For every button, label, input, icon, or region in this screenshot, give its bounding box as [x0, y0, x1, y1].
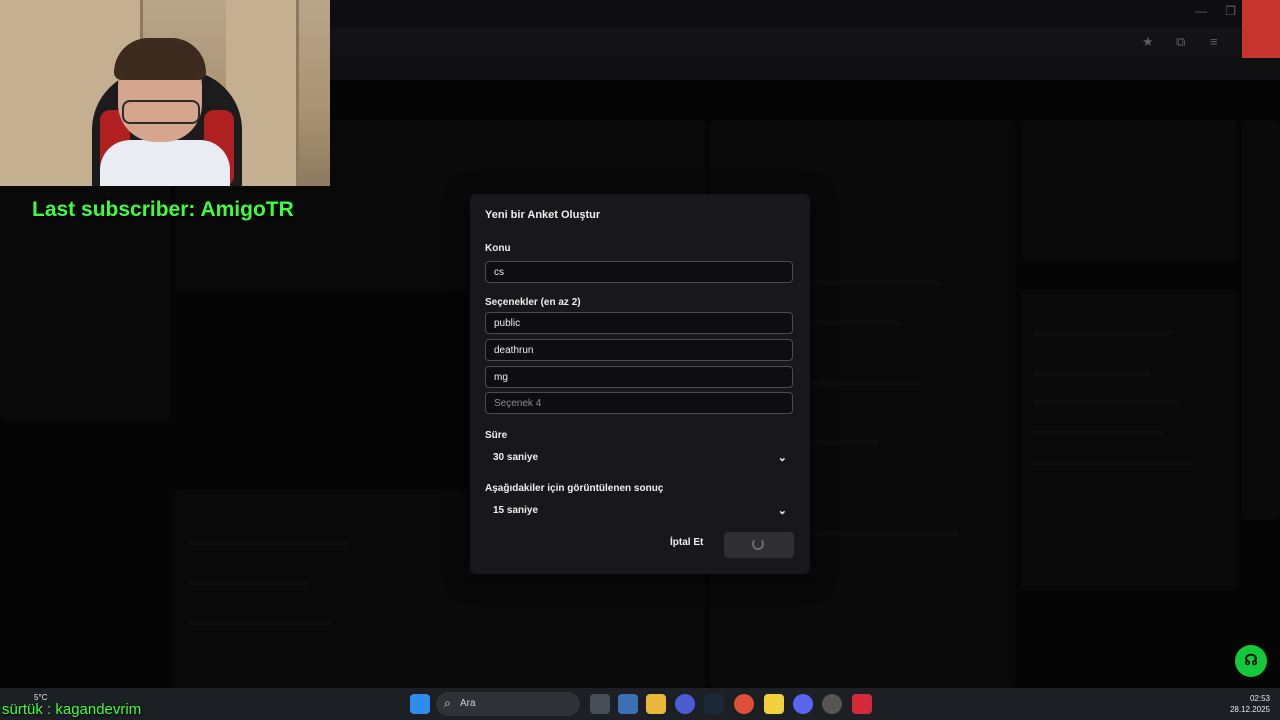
- topic-input[interactable]: [485, 261, 793, 283]
- create-poll-modal: Yeni bir Anket Oluştur Konu Seçenekler (…: [470, 194, 810, 574]
- start-icon[interactable]: [410, 694, 430, 714]
- option-input-3[interactable]: [485, 366, 793, 388]
- help-chat-button[interactable]: ☊: [1235, 645, 1267, 677]
- options-label: Seçenekler (en az 2): [485, 297, 581, 308]
- result-display-select[interactable]: 15 saniye ⌄: [485, 500, 793, 522]
- calculator-icon[interactable]: [618, 694, 638, 714]
- streamer-shirt: [100, 140, 230, 186]
- chat-ticker: sürtük : kagandevrim: [2, 701, 142, 718]
- webcam-overlay: [0, 0, 330, 186]
- discord-icon[interactable]: [793, 694, 813, 714]
- obs-icon[interactable]: [822, 694, 842, 714]
- cancel-button[interactable]: İptal Et: [670, 537, 703, 548]
- sticky-notes-icon[interactable]: [764, 694, 784, 714]
- result-display-value: 15 saniye: [493, 505, 539, 516]
- clock-time: 02:53: [1249, 694, 1270, 703]
- headset-icon: ☊: [1244, 652, 1258, 669]
- duration-value: 30 saniye: [493, 452, 539, 463]
- loading-spinner-icon: [752, 538, 764, 550]
- search-icon: ⌕: [444, 696, 451, 710]
- taskbar-search[interactable]: ⌕ Ara: [436, 692, 580, 716]
- option-input-1[interactable]: [485, 312, 793, 334]
- chrome-icon[interactable]: [734, 694, 754, 714]
- result-display-label: Aşağıdakiler için görüntülenen sonuç: [485, 483, 664, 494]
- system-clock[interactable]: 02:53 28.12.2025: [1230, 693, 1270, 715]
- valorant-icon[interactable]: [852, 694, 872, 714]
- duration-select[interactable]: 30 saniye ⌄: [485, 447, 793, 469]
- steam-icon[interactable]: [704, 694, 724, 714]
- topic-label: Konu: [485, 243, 511, 254]
- cabinet-door: [0, 0, 73, 186]
- option-input-4[interactable]: [485, 392, 793, 414]
- duration-label: Süre: [485, 430, 508, 441]
- secondary-cam-thumb: [1242, 0, 1280, 58]
- chevron-down-icon: ⌄: [777, 452, 787, 464]
- option-input-2[interactable]: [485, 339, 793, 361]
- task-view-icon[interactable]: [590, 694, 610, 714]
- app-icon[interactable]: [675, 694, 695, 714]
- search-placeholder: Ara: [460, 698, 476, 709]
- streamer-hair: [114, 38, 206, 80]
- file-explorer-icon[interactable]: [646, 694, 666, 714]
- last-subscriber-label: Last subscriber: AmigoTR: [32, 198, 294, 221]
- streamer-glasses: [122, 100, 200, 124]
- clock-date: 28.12.2025: [1229, 705, 1270, 714]
- chevron-down-icon: ⌄: [777, 505, 787, 517]
- modal-title: Yeni bir Anket Oluştur: [485, 209, 601, 221]
- create-poll-button[interactable]: [724, 532, 794, 558]
- windows-taskbar: 5°C ⌕ Ara 02:53 28.12.2025: [0, 688, 1280, 720]
